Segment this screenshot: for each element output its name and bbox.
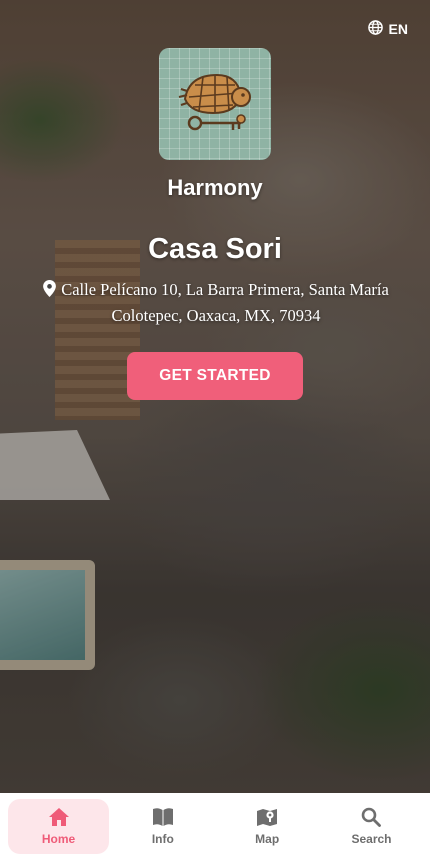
property-title: Casa Sori xyxy=(148,233,282,265)
tab-search-label: Search xyxy=(351,832,392,846)
tab-home-label: Home xyxy=(41,832,76,846)
tab-search[interactable]: Search xyxy=(321,799,422,854)
home-icon xyxy=(48,807,70,827)
tab-home[interactable]: Home xyxy=(8,799,109,854)
book-icon xyxy=(152,807,174,827)
language-selector[interactable]: EN xyxy=(367,20,408,38)
tab-info[interactable]: Info xyxy=(112,799,213,854)
tab-info-label: Info xyxy=(151,832,174,846)
globe-icon xyxy=(367,20,383,38)
language-label: EN xyxy=(388,21,408,37)
tab-map-label: Map xyxy=(255,832,280,846)
get-started-button[interactable]: GET STARTED xyxy=(127,352,303,400)
brand-name: Harmony xyxy=(167,175,263,200)
turtle-key-logo-icon xyxy=(175,67,255,142)
property-address: Calle Pelícano 10, La Barra Primera, San… xyxy=(20,278,412,328)
bottom-nav: Home Info Map Search xyxy=(0,793,430,860)
address-text: Calle Pelícano 10, La Barra Primera, San… xyxy=(61,280,389,325)
brand-logo xyxy=(159,48,271,160)
tab-map[interactable]: Map xyxy=(217,799,318,854)
map-pin-icon xyxy=(43,280,57,304)
map-icon xyxy=(256,807,278,827)
search-icon xyxy=(361,807,382,827)
